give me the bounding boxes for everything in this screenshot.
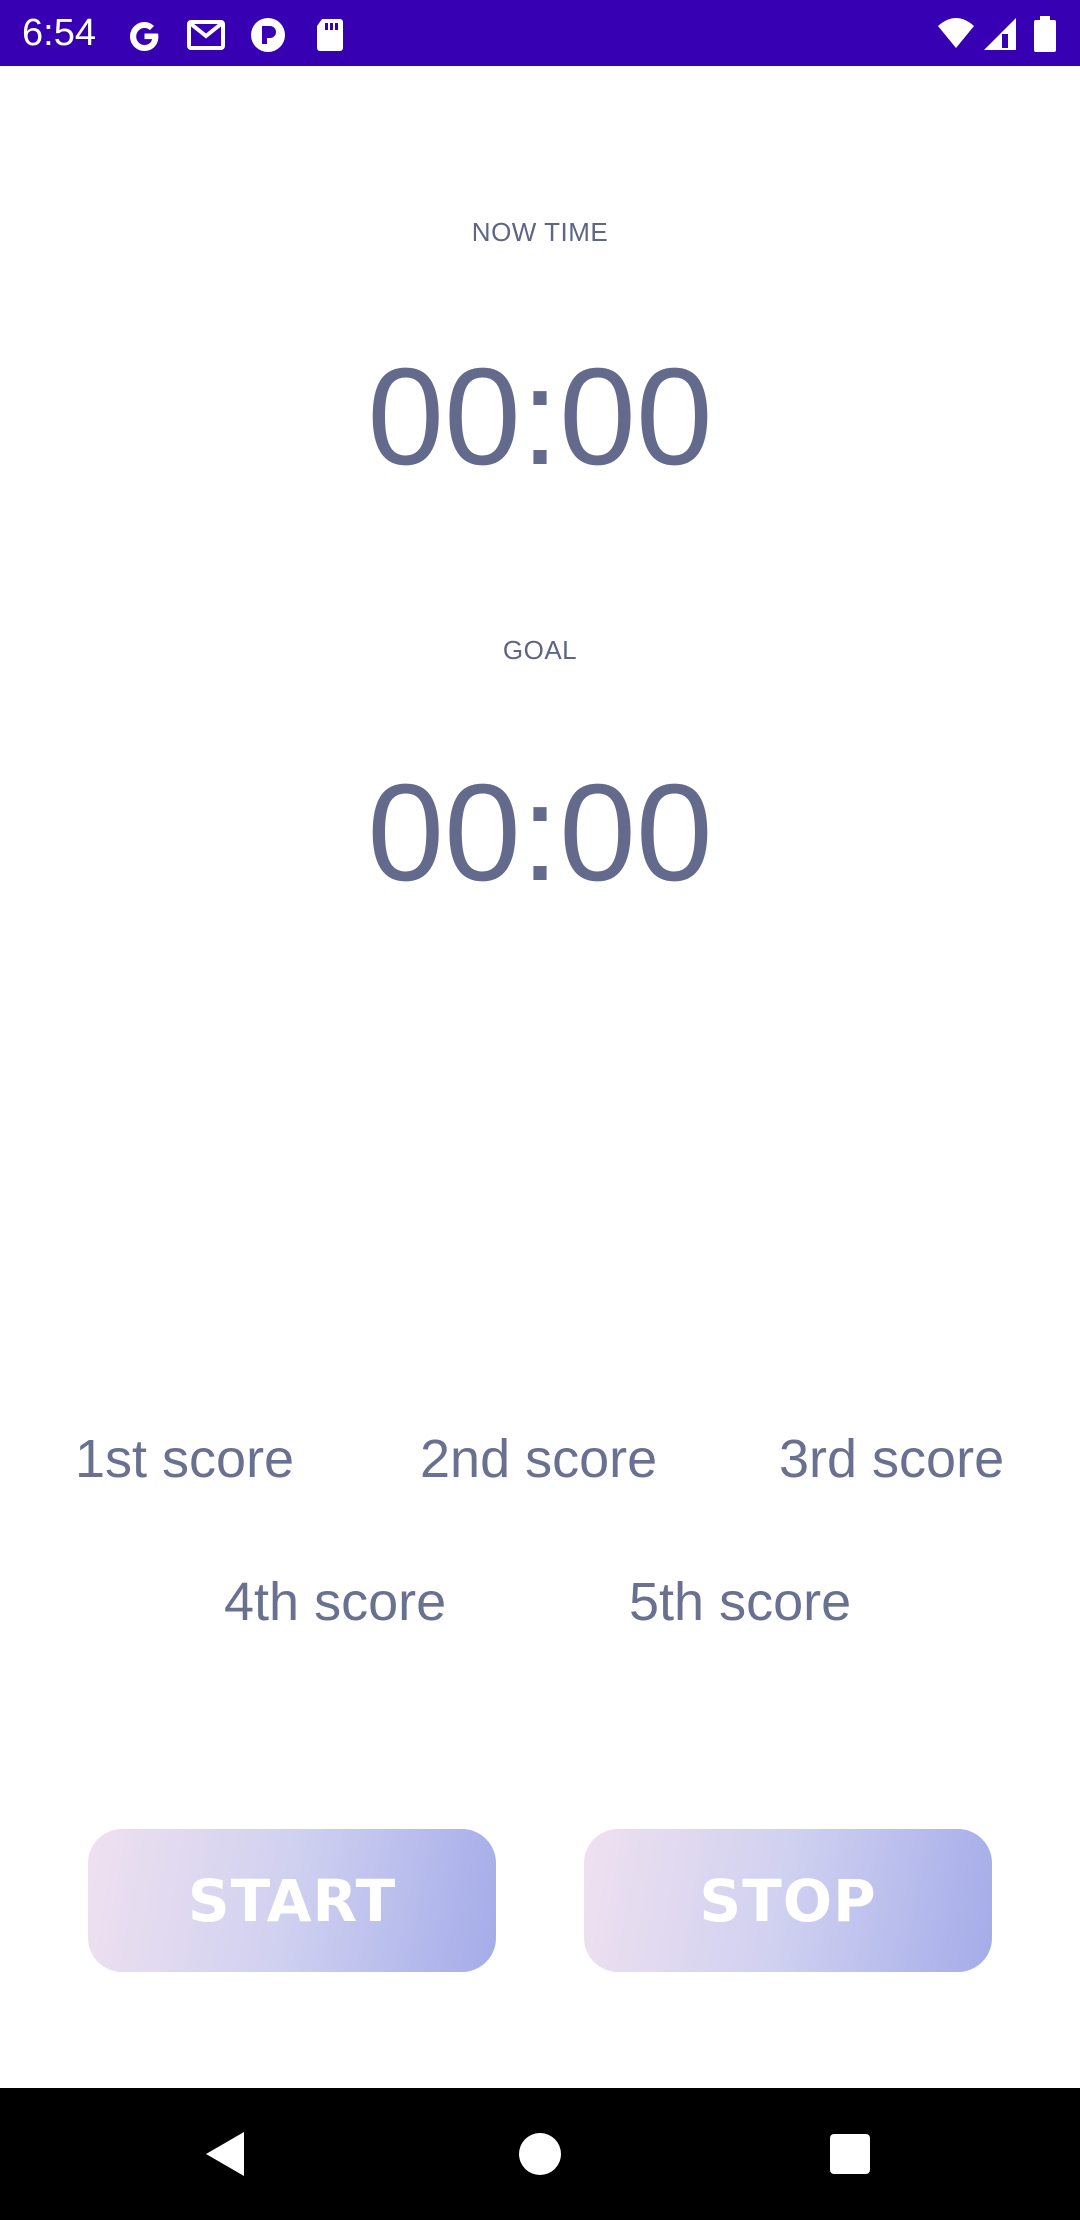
back-icon[interactable] [196, 2124, 256, 2184]
cellular-signal-icon [980, 14, 1020, 54]
recents-icon[interactable] [820, 2124, 880, 2184]
google-icon [124, 14, 164, 54]
stop-button-label: STOP [699, 1866, 877, 1935]
wifi-icon [936, 14, 976, 54]
start-button-label: START [187, 1866, 397, 1935]
status-time: 6:54 [22, 12, 96, 54]
now-time-value: 00:00 [367, 340, 713, 494]
start-button[interactable]: START [88, 1829, 496, 1972]
score-1st: 1st score [75, 1429, 295, 1489]
gmail-icon [186, 14, 226, 54]
score-5th: 5th score [629, 1572, 852, 1632]
score-3rd: 3rd score [779, 1429, 1005, 1489]
battery-icon [1030, 14, 1060, 54]
sd-card-icon [310, 14, 350, 54]
score-2nd: 2nd score [420, 1429, 658, 1489]
stop-button[interactable]: STOP [584, 1829, 992, 1972]
navigation-bar [0, 2088, 1080, 2220]
now-time-label: NOW TIME [471, 217, 609, 247]
status-bar: 6:54 [0, 0, 1080, 66]
app-notification-icon [248, 14, 288, 54]
home-icon[interactable] [510, 2124, 570, 2184]
goal-time-value: 00:00 [367, 756, 713, 910]
score-4th: 4th score [224, 1572, 447, 1632]
goal-label: GOAL [502, 635, 578, 665]
